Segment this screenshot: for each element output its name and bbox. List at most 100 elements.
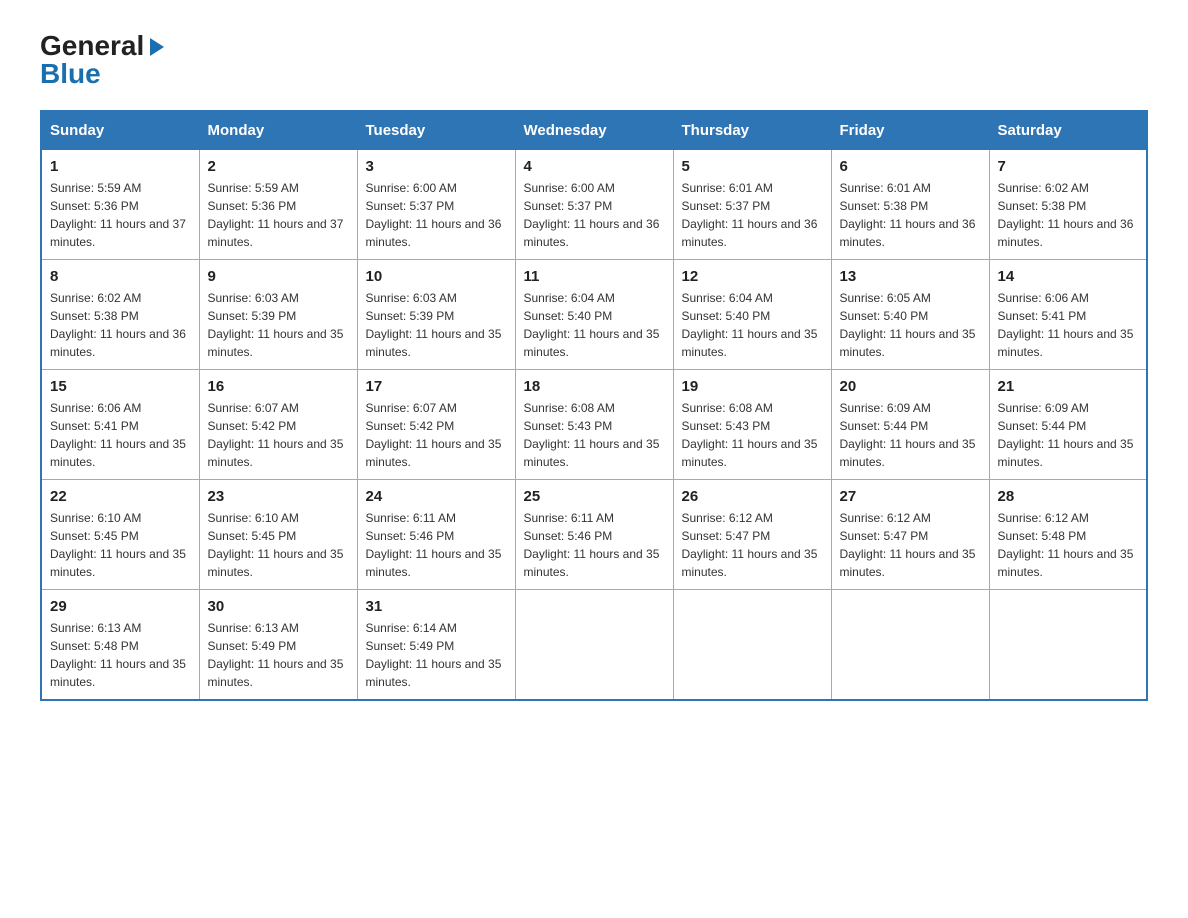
- calendar-cell: 19 Sunrise: 6:08 AMSunset: 5:43 PMDayligh…: [673, 370, 831, 480]
- day-info: Sunrise: 6:06 AMSunset: 5:41 PMDaylight:…: [998, 289, 1139, 361]
- calendar-cell: 15 Sunrise: 6:06 AMSunset: 5:41 PMDayligh…: [41, 370, 199, 480]
- day-number: 31: [366, 598, 507, 615]
- calendar-cell: 31 Sunrise: 6:14 AMSunset: 5:49 PMDayligh…: [357, 590, 515, 701]
- day-info: Sunrise: 6:07 AMSunset: 5:42 PMDaylight:…: [208, 399, 349, 471]
- calendar-cell: 9Sunrise: 6:03 AMSunset: 5:39 PMDaylight…: [199, 260, 357, 370]
- day-info: Sunrise: 6:10 AMSunset: 5:45 PMDaylight:…: [208, 509, 349, 581]
- calendar-table: Sunday Monday Tuesday Wednesday Thursday…: [40, 110, 1148, 701]
- day-number: 20: [840, 378, 981, 395]
- logo-blue-text: Blue: [40, 58, 168, 90]
- day-number: 26: [682, 488, 823, 505]
- header-thursday: Thursday: [673, 111, 831, 150]
- calendar-cell: 27 Sunrise: 6:12 AMSunset: 5:47 PMDayligh…: [831, 480, 989, 590]
- day-number: 18: [524, 378, 665, 395]
- day-info: Sunrise: 6:00 AMSunset: 5:37 PMDaylight:…: [524, 179, 665, 251]
- header-friday: Friday: [831, 111, 989, 150]
- calendar-cell: 16 Sunrise: 6:07 AMSunset: 5:42 PMDayligh…: [199, 370, 357, 480]
- calendar-cell: 21 Sunrise: 6:09 AMSunset: 5:44 PMDayligh…: [989, 370, 1147, 480]
- day-info: Sunrise: 6:03 AMSunset: 5:39 PMDaylight:…: [208, 289, 349, 361]
- calendar-cell: 11 Sunrise: 6:04 AMSunset: 5:40 PMDayligh…: [515, 260, 673, 370]
- calendar-cell: [673, 590, 831, 701]
- day-number: 29: [50, 598, 191, 615]
- calendar-cell: 25 Sunrise: 6:11 AMSunset: 5:46 PMDayligh…: [515, 480, 673, 590]
- day-number: 3: [366, 158, 507, 175]
- calendar-cell: 23 Sunrise: 6:10 AMSunset: 5:45 PMDayligh…: [199, 480, 357, 590]
- calendar-cell: 3Sunrise: 6:00 AMSunset: 5:37 PMDaylight…: [357, 150, 515, 260]
- calendar-week-row: 8 Sunrise: 6:02 AMSunset: 5:38 PMDaylight…: [41, 260, 1147, 370]
- day-number: 22: [50, 488, 191, 505]
- day-info: Sunrise: 6:12 AMSunset: 5:48 PMDaylight:…: [998, 509, 1139, 581]
- day-info: Sunrise: 6:11 AMSunset: 5:46 PMDaylight:…: [524, 509, 665, 581]
- calendar-cell: [515, 590, 673, 701]
- day-info: Sunrise: 6:10 AMSunset: 5:45 PMDaylight:…: [50, 509, 191, 581]
- day-number: 24: [366, 488, 507, 505]
- day-number: 12: [682, 268, 823, 285]
- calendar-week-row: 15 Sunrise: 6:06 AMSunset: 5:41 PMDayligh…: [41, 370, 1147, 480]
- calendar-cell: 20 Sunrise: 6:09 AMSunset: 5:44 PMDayligh…: [831, 370, 989, 480]
- day-number: 10: [366, 268, 507, 285]
- day-info: Sunrise: 6:01 AMSunset: 5:37 PMDaylight:…: [682, 179, 823, 251]
- calendar-cell: 13 Sunrise: 6:05 AMSunset: 5:40 PMDayligh…: [831, 260, 989, 370]
- day-number: 19: [682, 378, 823, 395]
- calendar-cell: 17 Sunrise: 6:07 AMSunset: 5:42 PMDayligh…: [357, 370, 515, 480]
- day-info: Sunrise: 6:03 AMSunset: 5:39 PMDaylight:…: [366, 289, 507, 361]
- day-info: Sunrise: 6:06 AMSunset: 5:41 PMDaylight:…: [50, 399, 191, 471]
- day-info: Sunrise: 6:05 AMSunset: 5:40 PMDaylight:…: [840, 289, 981, 361]
- calendar-week-row: 1 Sunrise: 5:59 AMSunset: 5:36 PMDaylight…: [41, 150, 1147, 260]
- calendar-cell: 22 Sunrise: 6:10 AMSunset: 5:45 PMDayligh…: [41, 480, 199, 590]
- weekday-header-row: Sunday Monday Tuesday Wednesday Thursday…: [41, 111, 1147, 150]
- calendar-cell: [989, 590, 1147, 701]
- header-saturday: Saturday: [989, 111, 1147, 150]
- day-number: 1: [50, 158, 191, 175]
- day-number: 16: [208, 378, 349, 395]
- day-info: Sunrise: 6:14 AMSunset: 5:49 PMDaylight:…: [366, 619, 507, 691]
- calendar-cell: 10 Sunrise: 6:03 AMSunset: 5:39 PMDayligh…: [357, 260, 515, 370]
- day-info: Sunrise: 6:07 AMSunset: 5:42 PMDaylight:…: [366, 399, 507, 471]
- day-number: 30: [208, 598, 349, 615]
- calendar-cell: 2Sunrise: 5:59 AMSunset: 5:36 PMDaylight…: [199, 150, 357, 260]
- day-info: Sunrise: 6:04 AMSunset: 5:40 PMDaylight:…: [524, 289, 665, 361]
- calendar-cell: 7Sunrise: 6:02 AMSunset: 5:38 PMDaylight…: [989, 150, 1147, 260]
- day-info: Sunrise: 6:13 AMSunset: 5:48 PMDaylight:…: [50, 619, 191, 691]
- day-number: 8: [50, 268, 191, 285]
- day-number: 11: [524, 268, 665, 285]
- calendar-cell: 12 Sunrise: 6:04 AMSunset: 5:40 PMDayligh…: [673, 260, 831, 370]
- day-info: Sunrise: 6:09 AMSunset: 5:44 PMDaylight:…: [840, 399, 981, 471]
- header-monday: Monday: [199, 111, 357, 150]
- day-number: 17: [366, 378, 507, 395]
- logo: General Blue: [40, 30, 168, 90]
- day-info: Sunrise: 6:12 AMSunset: 5:47 PMDaylight:…: [840, 509, 981, 581]
- day-info: Sunrise: 6:11 AMSunset: 5:46 PMDaylight:…: [366, 509, 507, 581]
- day-info: Sunrise: 6:04 AMSunset: 5:40 PMDaylight:…: [682, 289, 823, 361]
- day-number: 25: [524, 488, 665, 505]
- calendar-cell: 29 Sunrise: 6:13 AMSunset: 5:48 PMDayligh…: [41, 590, 199, 701]
- header-sunday: Sunday: [41, 111, 199, 150]
- day-info: Sunrise: 6:02 AMSunset: 5:38 PMDaylight:…: [50, 289, 191, 361]
- day-info: Sunrise: 6:09 AMSunset: 5:44 PMDaylight:…: [998, 399, 1139, 471]
- calendar-cell: 1 Sunrise: 5:59 AMSunset: 5:36 PMDaylight…: [41, 150, 199, 260]
- calendar-cell: 4 Sunrise: 6:00 AMSunset: 5:37 PMDaylight…: [515, 150, 673, 260]
- calendar-cell: 8 Sunrise: 6:02 AMSunset: 5:38 PMDaylight…: [41, 260, 199, 370]
- day-info: Sunrise: 6:08 AMSunset: 5:43 PMDaylight:…: [682, 399, 823, 471]
- calendar-cell: 28 Sunrise: 6:12 AMSunset: 5:48 PMDayligh…: [989, 480, 1147, 590]
- day-number: 15: [50, 378, 191, 395]
- day-info: Sunrise: 5:59 AMSunset: 5:36 PMDaylight:…: [50, 179, 191, 251]
- day-number: 21: [998, 378, 1139, 395]
- calendar-cell: 24 Sunrise: 6:11 AMSunset: 5:46 PMDayligh…: [357, 480, 515, 590]
- calendar-week-row: 29 Sunrise: 6:13 AMSunset: 5:48 PMDayligh…: [41, 590, 1147, 701]
- calendar-cell: 5 Sunrise: 6:01 AMSunset: 5:37 PMDaylight…: [673, 150, 831, 260]
- day-number: 27: [840, 488, 981, 505]
- day-number: 5: [682, 158, 823, 175]
- day-info: Sunrise: 6:01 AMSunset: 5:38 PMDaylight:…: [840, 179, 981, 251]
- day-number: 23: [208, 488, 349, 505]
- day-info: Sunrise: 6:13 AMSunset: 5:49 PMDaylight:…: [208, 619, 349, 691]
- day-number: 6: [840, 158, 981, 175]
- calendar-body: 1 Sunrise: 5:59 AMSunset: 5:36 PMDaylight…: [41, 150, 1147, 701]
- calendar-week-row: 22 Sunrise: 6:10 AMSunset: 5:45 PMDayligh…: [41, 480, 1147, 590]
- day-number: 28: [998, 488, 1139, 505]
- day-info: Sunrise: 6:08 AMSunset: 5:43 PMDaylight:…: [524, 399, 665, 471]
- day-number: 13: [840, 268, 981, 285]
- calendar-header: Sunday Monday Tuesday Wednesday Thursday…: [41, 111, 1147, 150]
- day-number: 7: [998, 158, 1139, 175]
- day-number: 4: [524, 158, 665, 175]
